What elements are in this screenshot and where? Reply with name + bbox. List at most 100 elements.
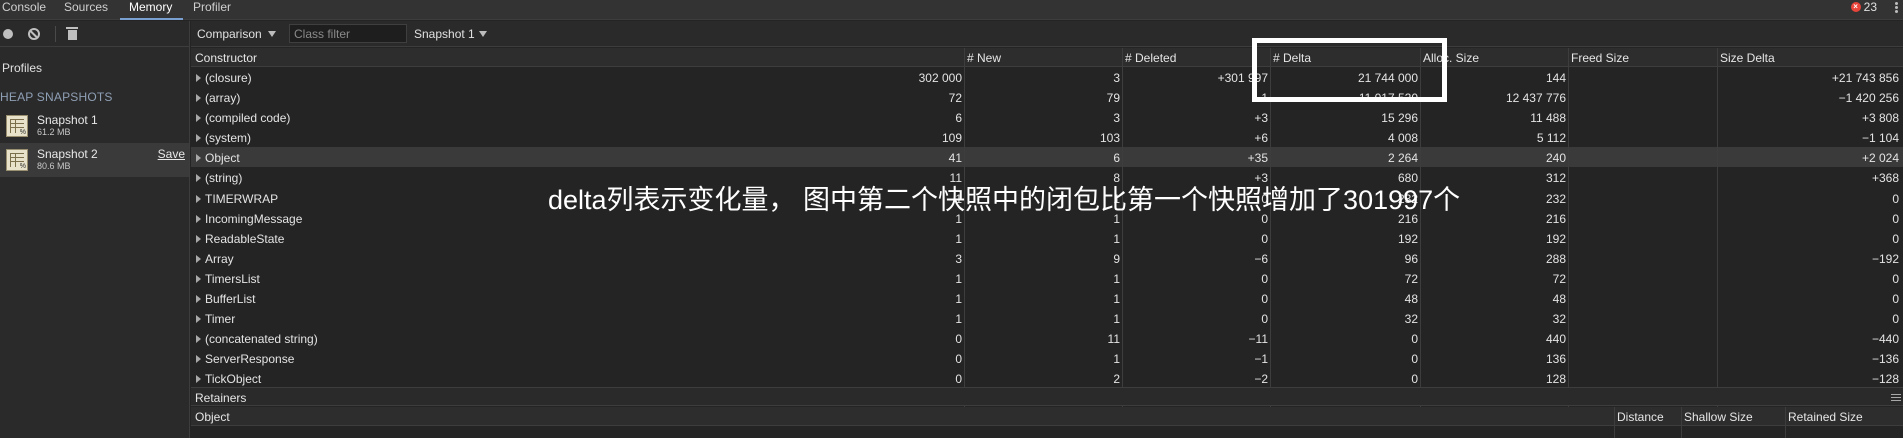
tab-console[interactable]: Console (2, 0, 46, 20)
comparison-table: Constructor # New # Deleted # Delta Allo… (191, 48, 1903, 389)
error-icon: × (1850, 2, 1861, 12)
size-delta-cell: 0 (1892, 312, 1899, 327)
constructor-cell: Timer (205, 312, 236, 327)
tab-profiler[interactable]: Profiler (193, 0, 231, 20)
view-mode-select[interactable]: Comparison (197, 27, 276, 41)
table-row[interactable]: (system) 109 103 +6 4 008 5 112 −1 104 (191, 127, 1903, 147)
deleted-count-cell: 1 (1113, 231, 1120, 246)
alloc-size-cell: 15 296 (1381, 111, 1418, 126)
deleted-count-cell: 103 (1099, 131, 1120, 146)
expand-arrow-icon[interactable] (196, 114, 201, 123)
column-header-size-delta[interactable]: Size Delta (1720, 51, 1775, 65)
deleted-count-cell: 1 (1113, 271, 1120, 286)
tab-sources[interactable]: Sources (64, 0, 108, 20)
trash-icon[interactable] (66, 27, 78, 40)
chevron-down-icon (478, 31, 487, 37)
table-row[interactable]: TimersList 1 1 0 72 72 0 (191, 268, 1903, 288)
freed-size-cell: 5 112 (1536, 131, 1566, 146)
base-snapshot-value: Snapshot 1 (414, 27, 475, 41)
expand-arrow-icon[interactable] (196, 274, 201, 283)
table-row[interactable]: ServerResponse 0 1 −1 0 136 −136 (191, 348, 1903, 368)
save-snapshot-link[interactable]: Save (158, 147, 185, 161)
alloc-size-cell: 4 008 (1387, 131, 1418, 146)
new-count-cell: 0 (955, 372, 962, 387)
alloc-size-cell: 0 (1411, 352, 1418, 367)
snapshot-item-1[interactable]: Snapshot 1 61.2 MB (0, 109, 189, 143)
error-counter[interactable]: × 23 (1850, 0, 1877, 14)
constructor-cell: (string) (205, 171, 243, 186)
column-header-new[interactable]: # New (967, 51, 1001, 65)
expand-arrow-icon[interactable] (196, 214, 201, 223)
retainers-column-object[interactable]: Object (195, 410, 230, 424)
column-divider (964, 48, 965, 414)
expand-arrow-icon[interactable] (196, 335, 201, 344)
delta-count-cell: 0 (1261, 292, 1268, 307)
menu-icon[interactable] (1891, 394, 1901, 401)
table-row[interactable]: Timer 1 1 0 32 32 0 (191, 308, 1903, 328)
heap-snapshot-icon (6, 115, 28, 137)
deleted-count-cell: 1 (1113, 312, 1120, 327)
alloc-size-cell: 32 (1404, 312, 1418, 327)
retainers-header[interactable]: Retainers (191, 387, 1903, 406)
expand-arrow-icon[interactable] (196, 234, 201, 243)
expand-arrow-icon[interactable] (196, 174, 201, 183)
base-snapshot-select[interactable]: Snapshot 1 (414, 27, 487, 41)
retainers-column-retained-size[interactable]: Retained Size (1788, 410, 1863, 424)
constructor-cell: (closure) (205, 71, 252, 85)
clear-icon[interactable] (28, 28, 40, 40)
column-divider (1270, 48, 1271, 414)
delta-count-cell: 0 (1261, 312, 1268, 327)
table-row[interactable]: Array 3 9 −6 96 288 −192 (191, 248, 1903, 268)
more-options-icon[interactable] (1895, 2, 1899, 16)
table-row[interactable]: (compiled code) 6 3 +3 15 296 11 488 +3 808 (191, 107, 1903, 127)
column-header-freed-size[interactable]: Freed Size (1571, 51, 1629, 65)
freed-size-cell: 128 (1545, 372, 1566, 387)
devtools-tab-bar: Console Sources Memory Profiler × 23 (0, 0, 1903, 20)
expand-arrow-icon[interactable] (196, 254, 201, 263)
freed-size-cell: 232 (1545, 191, 1566, 206)
class-filter-input[interactable] (289, 24, 407, 43)
deleted-count-cell: 11 (1107, 332, 1120, 347)
new-count-cell: 3 (955, 251, 962, 266)
column-header-deleted[interactable]: # Deleted (1125, 51, 1176, 65)
record-icon[interactable] (3, 29, 13, 39)
expand-arrow-icon[interactable] (196, 154, 201, 163)
snapshot-item-2[interactable]: Snapshot 2 80.6 MB Save (0, 143, 189, 177)
table-row[interactable]: TickObject 0 2 −2 0 128 −128 (191, 368, 1903, 388)
retainers-column-shallow-size[interactable]: Shallow Size (1684, 410, 1753, 424)
expand-arrow-icon[interactable] (196, 74, 201, 82)
size-delta-cell: 0 (1892, 231, 1899, 246)
freed-size-cell: 12 437 776 (1505, 91, 1566, 106)
alloc-size-cell: 72 (1404, 271, 1418, 286)
constructor-cell: (concatenated string) (205, 332, 318, 347)
constructor-cell: (array) (205, 91, 241, 106)
expand-arrow-icon[interactable] (196, 375, 201, 384)
expand-arrow-icon[interactable] (196, 194, 201, 203)
column-header-constructor[interactable]: Constructor (195, 51, 257, 65)
table-row[interactable]: (array) 72 79 −1 11 017 520 12 437 776 −1 420 … (191, 87, 1903, 107)
table-row[interactable]: Object 41 6 +35 2 264 240 +2 024 (191, 147, 1903, 168)
constructor-cell: (system) (205, 131, 251, 146)
table-row[interactable]: ReadableState 1 1 0 192 192 0 (191, 228, 1903, 248)
snapshot-name: Snapshot 1 (37, 113, 98, 127)
table-row[interactable]: (closure) 302 000 3 +301 997 21 744 000 144 +2… (191, 67, 1903, 87)
retainers-title: Retainers (195, 391, 247, 405)
expand-arrow-icon[interactable] (196, 315, 201, 324)
freed-size-cell: 32 (1552, 312, 1566, 327)
size-delta-cell: +2 024 (1861, 151, 1899, 166)
expand-arrow-icon[interactable] (196, 295, 201, 304)
new-count-cell: 6 (955, 111, 962, 126)
tab-memory[interactable]: Memory (120, 0, 183, 20)
retainers-column-distance[interactable]: Distance (1617, 410, 1664, 424)
expand-arrow-icon[interactable] (196, 134, 201, 143)
constructor-cell: ReadableState (205, 231, 285, 246)
size-delta-cell: +368 (1871, 171, 1899, 186)
table-row[interactable]: (concatenated string) 0 11 −11 0 440 −440 (191, 328, 1903, 348)
expand-arrow-icon[interactable] (196, 94, 201, 103)
alloc-size-cell: 96 (1404, 251, 1418, 266)
freed-size-cell: 288 (1545, 251, 1566, 266)
expand-arrow-icon[interactable] (196, 355, 201, 364)
table-row[interactable]: BufferList 1 1 0 48 48 0 (191, 288, 1903, 308)
heap-snapshots-heading: HEAP SNAPSHOTS (0, 90, 113, 104)
heap-snapshot-icon (6, 149, 28, 171)
